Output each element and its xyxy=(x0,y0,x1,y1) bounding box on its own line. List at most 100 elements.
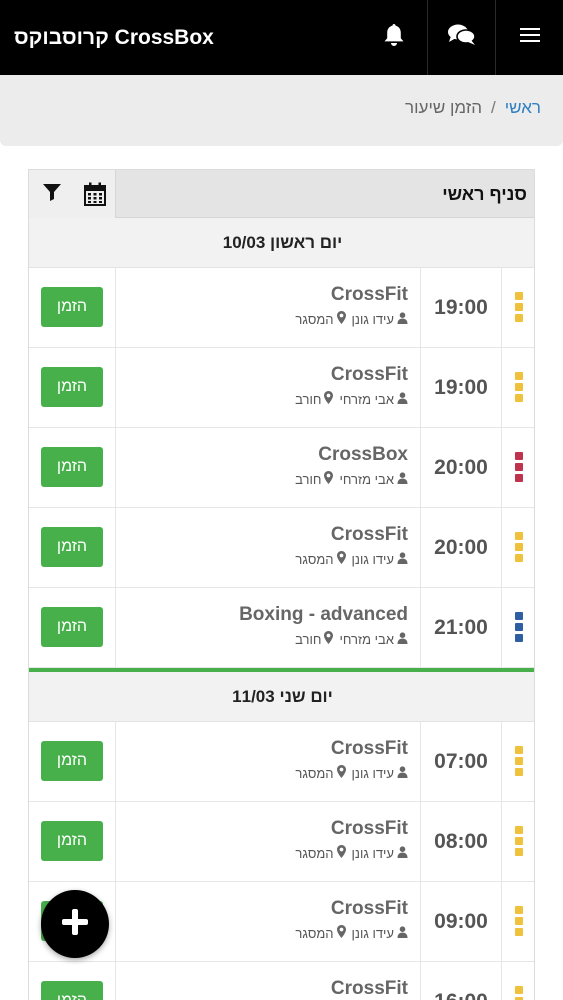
coach-name: אבי מזרחי xyxy=(339,471,394,487)
book-button[interactable]: הזמן xyxy=(41,287,103,327)
location-pin-icon xyxy=(324,471,334,487)
color-dot xyxy=(515,383,523,391)
book-button[interactable]: הזמן xyxy=(41,607,103,647)
color-dot xyxy=(515,372,523,380)
user-icon xyxy=(397,925,408,941)
location-name: חורב xyxy=(295,631,322,647)
class-color-dots xyxy=(515,612,523,642)
class-name[interactable]: Boxing - advanced xyxy=(239,604,408,626)
class-name[interactable]: CrossFit xyxy=(331,738,408,760)
user-icon xyxy=(397,765,408,781)
breadcrumb-home-link[interactable]: ראשי xyxy=(505,98,541,117)
class-time: 21:00 xyxy=(421,588,502,668)
class-color-dots xyxy=(515,452,523,482)
class-row: הזמן CrossFit אבי מזרחי חורב 19:00 xyxy=(29,348,534,428)
class-color-dots xyxy=(515,372,523,402)
class-time: 20:00 xyxy=(421,428,502,508)
class-row: הזמן Boxing - advanced אבי מזרחי חורב 21:00 xyxy=(29,588,534,668)
class-name[interactable]: CrossFit xyxy=(331,978,408,1000)
class-name[interactable]: CrossFit xyxy=(331,524,408,546)
color-dot xyxy=(515,768,523,776)
schedule-panel: סניף ראשי יום ראשון 10/03 הזמן CrossFit עיד… xyxy=(28,169,535,1000)
plus-icon xyxy=(60,907,90,942)
book-button[interactable]: הזמן xyxy=(41,367,103,407)
breadcrumb: ראשי / הזמן שיעור xyxy=(0,75,563,146)
class-name[interactable]: CrossFit xyxy=(331,284,408,306)
class-time: 07:00 xyxy=(421,722,502,802)
class-color-dots xyxy=(515,986,523,1000)
chat-button[interactable] xyxy=(427,0,495,75)
class-row: הזמן CrossFit עידו גונן המסגר 19:00 xyxy=(29,268,534,348)
book-button[interactable]: הזמן xyxy=(41,447,103,487)
color-dot xyxy=(515,314,523,322)
class-meta: עידו גונן המסגר xyxy=(295,845,408,861)
breadcrumb-separator: / xyxy=(491,98,496,117)
color-dot xyxy=(515,554,523,562)
coach-name: אבי מזרחי xyxy=(339,391,394,407)
class-time: 09:00 xyxy=(421,882,502,962)
class-time: 08:00 xyxy=(421,802,502,882)
color-dot xyxy=(515,906,523,914)
class-name[interactable]: CrossFit xyxy=(331,818,408,840)
calendar-icon[interactable] xyxy=(84,182,106,211)
location-pin-icon xyxy=(336,551,346,567)
user-icon xyxy=(397,845,408,861)
color-dot xyxy=(515,474,523,482)
class-meta: אבי מזרחי חורב xyxy=(295,471,408,487)
app-brand[interactable]: קרוסבוקס CrossBox xyxy=(14,0,214,75)
book-button[interactable]: הזמן xyxy=(41,821,103,861)
location-pin-icon xyxy=(336,845,346,861)
top-navbar: קרוסבוקס CrossBox xyxy=(0,0,563,75)
book-button[interactable]: הזמן xyxy=(41,981,103,1000)
class-meta: עידו גונן המסגר xyxy=(295,551,408,567)
panel-header: סניף ראשי xyxy=(29,170,534,218)
class-meta: אבי מזרחי חורב xyxy=(295,391,408,407)
color-dot xyxy=(515,292,523,300)
coach-name: עידו גונן xyxy=(351,765,394,781)
coach-name: עידו גונן xyxy=(351,551,394,567)
class-time: 16:00 xyxy=(421,962,502,1000)
location-pin-icon xyxy=(324,631,334,647)
add-fab-button[interactable] xyxy=(41,890,109,958)
menu-button[interactable] xyxy=(495,0,563,75)
class-name[interactable]: CrossBox xyxy=(318,444,408,466)
class-name[interactable]: CrossFit xyxy=(331,898,408,920)
user-icon xyxy=(397,551,408,567)
location-name: המסגר xyxy=(295,311,334,327)
notifications-button[interactable] xyxy=(360,0,428,75)
user-icon xyxy=(397,391,408,407)
color-dot xyxy=(515,848,523,856)
class-meta: עידו גונן המסגר xyxy=(295,925,408,941)
class-time: 19:00 xyxy=(421,268,502,348)
coach-name: אבי מזרחי xyxy=(339,631,394,647)
color-dot xyxy=(515,303,523,311)
user-icon xyxy=(397,471,408,487)
hamburger-menu-icon xyxy=(519,27,540,48)
location-name: המסגר xyxy=(295,925,334,941)
location-name: המסגר xyxy=(295,845,334,861)
color-dot xyxy=(515,532,523,540)
coach-name: עידו גונן xyxy=(351,311,394,327)
location-name: המסגר xyxy=(295,765,334,781)
class-meta: עידו גונן המסגר xyxy=(295,311,408,327)
book-button[interactable]: הזמן xyxy=(41,527,103,567)
filter-icon[interactable] xyxy=(42,182,62,207)
day-header: יום שני 11/03 xyxy=(29,672,534,722)
location-pin-icon xyxy=(324,391,334,407)
class-row: הזמן CrossFit עידו גונן המסגר 08:00 xyxy=(29,802,534,882)
color-dot xyxy=(515,917,523,925)
class-name[interactable]: CrossFit xyxy=(331,364,408,386)
location-name: חורב xyxy=(295,471,322,487)
branch-title: סניף ראשי xyxy=(442,184,527,204)
class-meta: עידו גונן המסגר xyxy=(295,765,408,781)
class-row: הזמן CrossBox אבי מזרחי חורב 20:00 xyxy=(29,428,534,508)
location-name: חורב xyxy=(295,391,322,407)
location-name: המסגר xyxy=(295,551,334,567)
class-color-dots xyxy=(515,292,523,322)
day-header: יום ראשון 10/03 xyxy=(29,218,534,268)
color-dot xyxy=(515,543,523,551)
class-color-dots xyxy=(515,532,523,562)
class-color-dots xyxy=(515,746,523,776)
user-icon xyxy=(397,311,408,327)
book-button[interactable]: הזמן xyxy=(41,741,103,781)
